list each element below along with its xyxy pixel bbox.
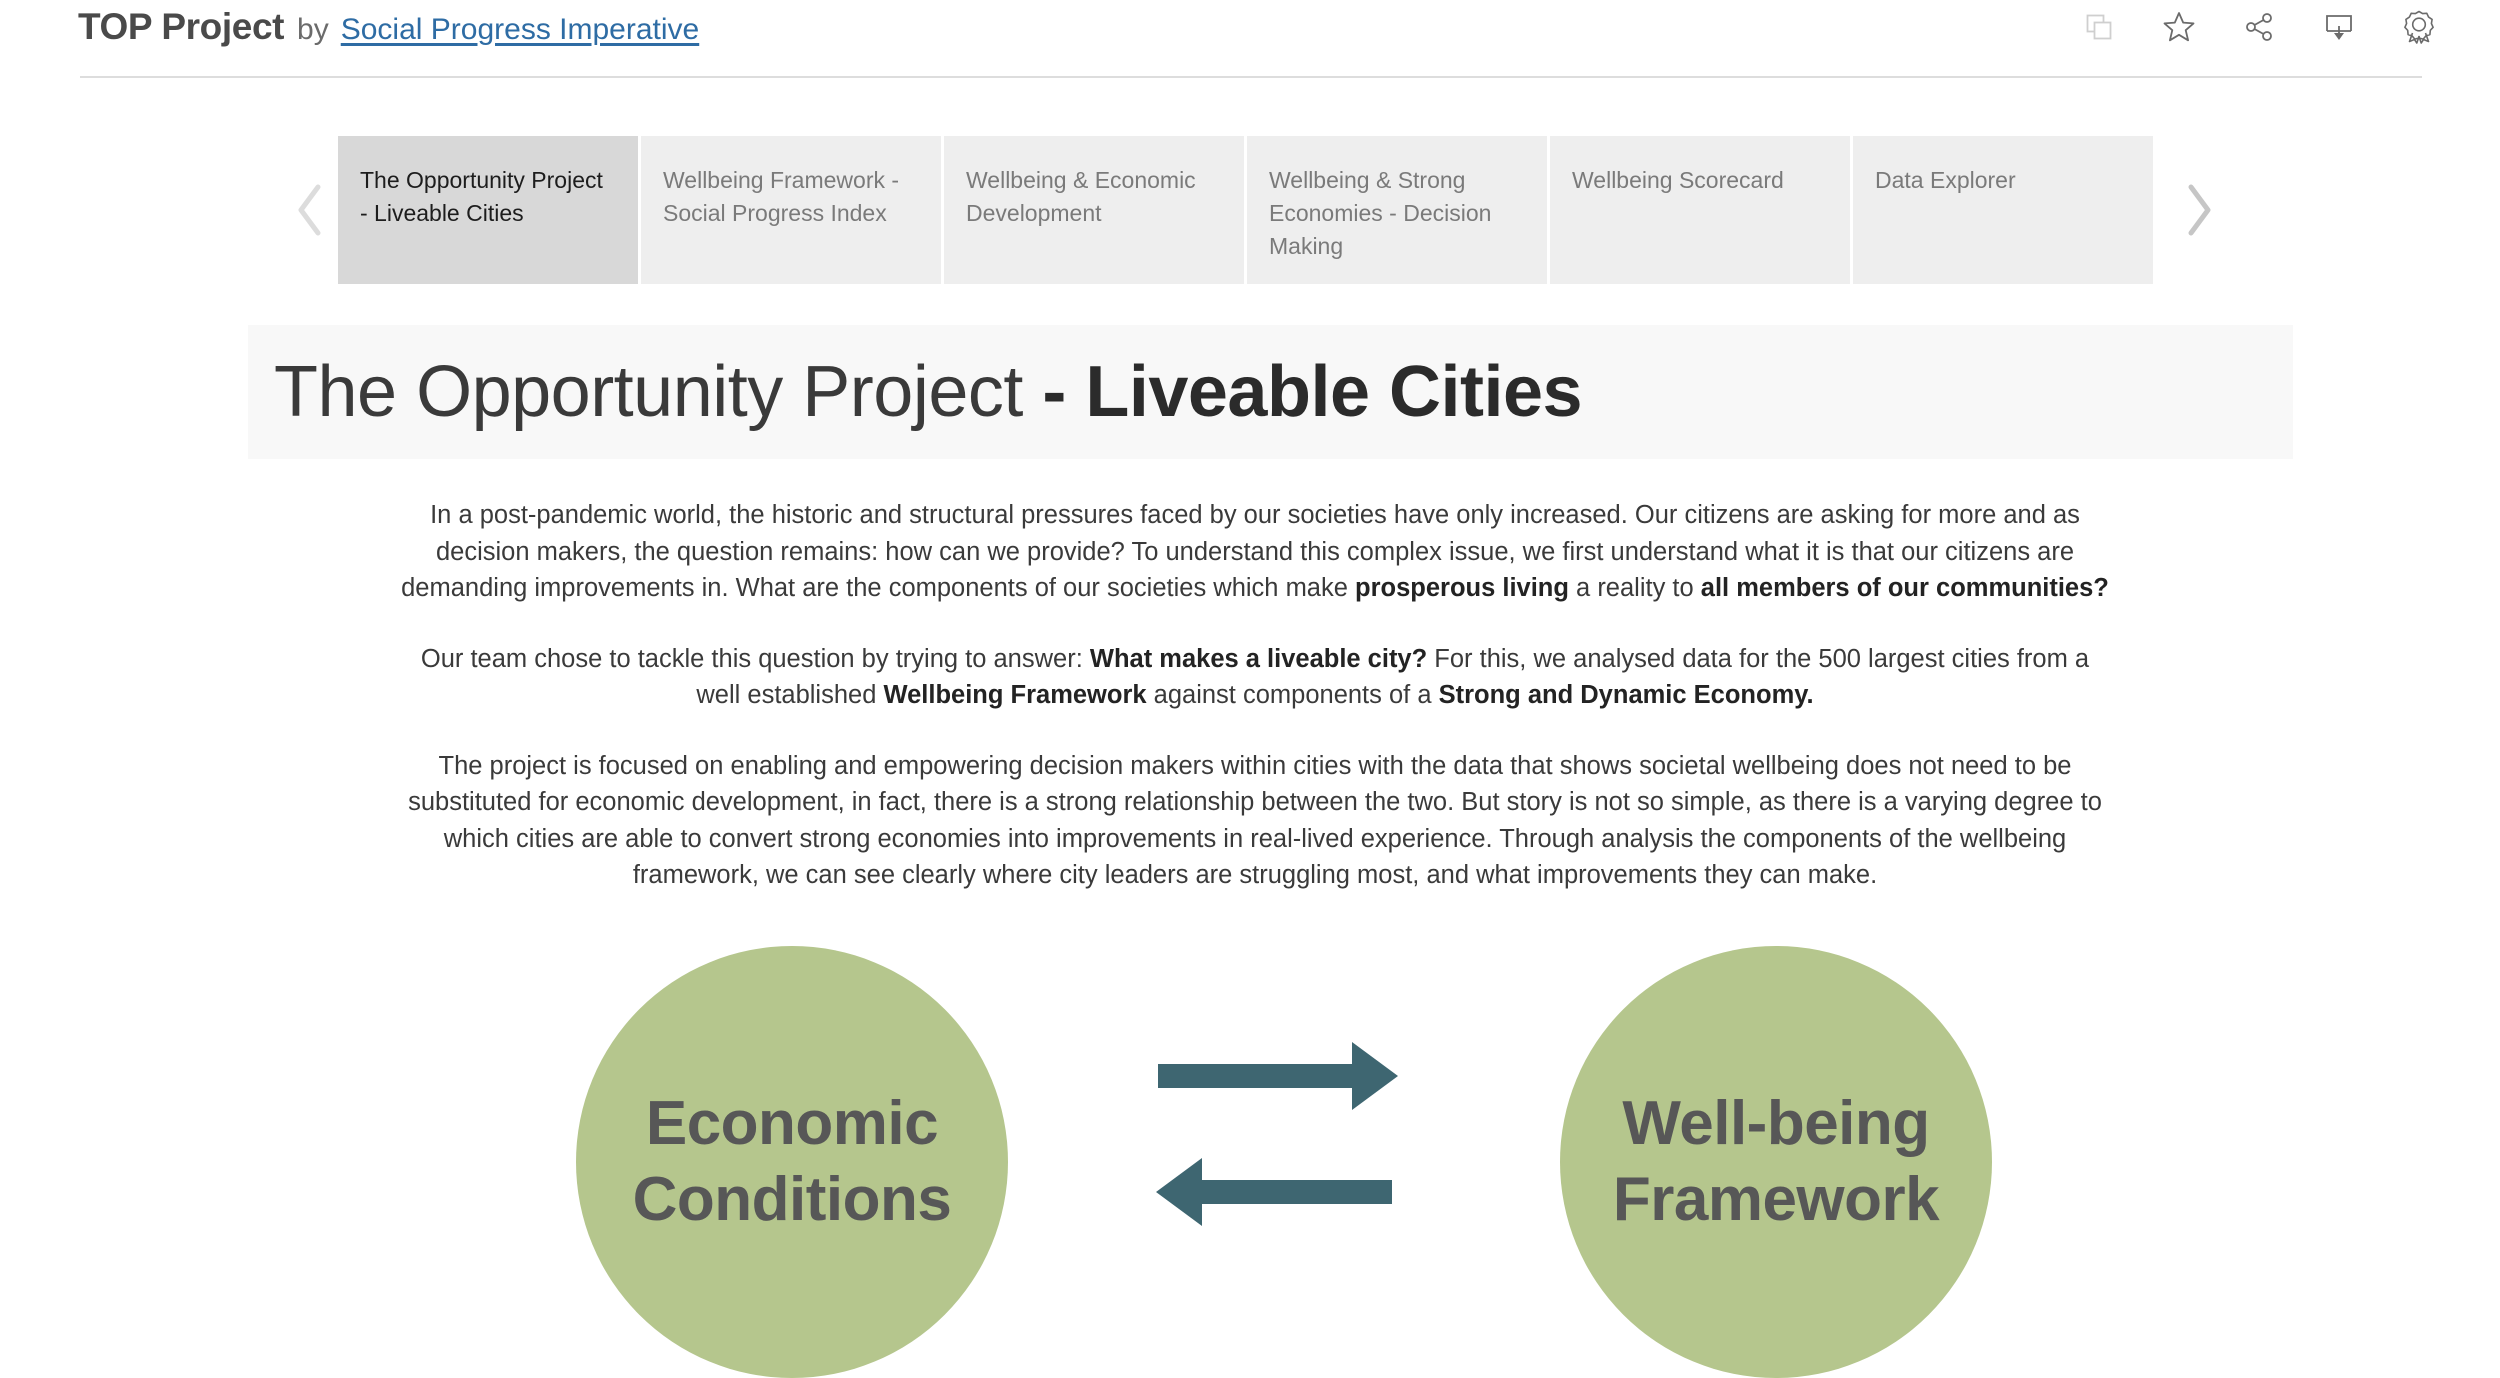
tab-wellbeing-economic-development[interactable]: Wellbeing & Economic Development [944, 136, 1244, 284]
star-icon[interactable] [2160, 8, 2198, 46]
page-title-bold: - Liveable Cities [1042, 352, 1583, 432]
paragraph-2-part-e: against components of a [1146, 681, 1439, 709]
author-link[interactable]: Social Progress Imperative [341, 13, 699, 47]
tab-wellbeing-scorecard[interactable]: Wellbeing Scorecard [1550, 136, 1850, 284]
bidirectional-arrows [1130, 1030, 1430, 1260]
tabs-prev-arrow-icon[interactable] [282, 136, 338, 284]
paragraph-2-bold-wellbeing-framework: Wellbeing Framework [883, 681, 1147, 709]
paragraph-1-part-c: a reality to [1568, 574, 1701, 602]
tab-list: The Opportunity Project - Liveable Citie… [338, 136, 2153, 284]
bubble-left-line-1: Economic [645, 1089, 939, 1158]
bubble-left-line-2: Conditions [632, 1165, 952, 1234]
bubble-economic-conditions: Economic Conditions [576, 946, 1008, 1378]
header-title-main: TOP Project [78, 6, 285, 47]
tab-strip: The Opportunity Project - Liveable Citie… [0, 136, 2500, 284]
bubble-right-line-1: Well-being [1622, 1089, 1930, 1158]
paragraph-2: Our team chose to tackle this question b… [400, 641, 2110, 714]
header-title-by: by [297, 13, 329, 46]
bubble-wellbeing-framework-label: Well-being Framework [1587, 1086, 1965, 1238]
tab-data-explorer[interactable]: Data Explorer [1853, 136, 2153, 284]
bubble-wellbeing-framework: Well-being Framework [1560, 946, 1992, 1378]
header-title: TOP Project by Social Progress Imperativ… [78, 6, 699, 48]
copy-icon[interactable] [2080, 8, 2118, 46]
header-toolbar [2080, 8, 2438, 46]
paragraph-1: In a post-pandemic world, the historic a… [400, 497, 2110, 607]
paragraph-1-bold-all-members: all members of our communities? [1700, 574, 2109, 602]
tab-opportunity-project-liveable-cities[interactable]: The Opportunity Project - Liveable Citie… [338, 136, 638, 284]
body-copy: In a post-pandemic world, the historic a… [400, 497, 2110, 894]
concept-diagram: Economic Conditions Well-being Framework [0, 930, 2500, 1378]
paragraph-3: The project is focused on enabling and e… [408, 751, 2102, 890]
page-title-light: The Opportunity Project [274, 352, 1043, 432]
paragraph-2-bold-question: What makes a liveable city? [1089, 644, 1428, 673]
arrow-right-icon [1158, 1042, 1398, 1110]
bubble-right-line-2: Framework [1612, 1165, 1940, 1234]
paragraph-1-bold-prosperous-living: prosperous living [1355, 574, 1569, 602]
header-divider [80, 76, 2422, 78]
viz-header: TOP Project by Social Progress Imperativ… [0, 0, 2500, 78]
share-icon[interactable] [2240, 8, 2278, 46]
paragraph-2-part-a: Our team chose to tackle this question b… [420, 644, 1090, 673]
bubble-economic-conditions-label: Economic Conditions [607, 1086, 978, 1238]
paragraph-2-bold-strong-dynamic-economy: Strong and Dynamic Economy. [1438, 681, 1814, 709]
page-title: The Opportunity Project - Liveable Citie… [274, 356, 1583, 428]
badge-icon[interactable] [2400, 8, 2438, 46]
tabs-next-arrow-icon[interactable] [2171, 136, 2227, 284]
tab-wellbeing-framework-social-progress-index[interactable]: Wellbeing Framework - Social Progress In… [641, 136, 941, 284]
arrow-left-icon [1156, 1158, 1392, 1226]
download-icon[interactable] [2320, 8, 2358, 46]
page-title-banner: The Opportunity Project - Liveable Citie… [248, 325, 2293, 459]
tab-wellbeing-strong-economies-decision-making[interactable]: Wellbeing & Strong Economies - Decision … [1247, 136, 1547, 284]
